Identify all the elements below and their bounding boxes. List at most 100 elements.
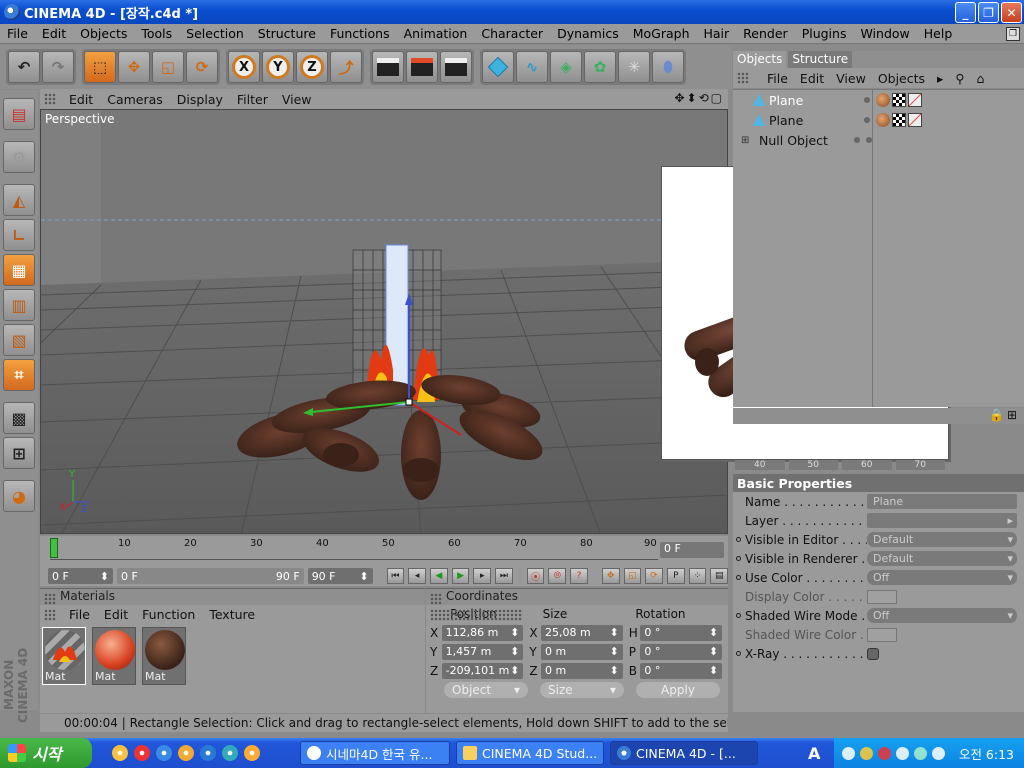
play-backward-icon[interactable]: ◀	[429, 568, 448, 584]
menu-mograph[interactable]: MoGraph	[626, 26, 697, 41]
network-icon[interactable]	[896, 746, 909, 760]
object-manager-grip-icon[interactable]	[737, 72, 749, 84]
z-axis-lock-icon[interactable]: Z	[296, 51, 328, 83]
menu-help[interactable]: Help	[917, 26, 960, 41]
restore-button[interactable]: ❐	[978, 2, 999, 23]
menu-functions[interactable]: Functions	[323, 26, 397, 41]
world-coordinates-icon[interactable]: ⤴	[330, 51, 362, 83]
cube-primitive-icon[interactable]	[482, 51, 514, 83]
point-level-animation-icon[interactable]: ⁘	[688, 568, 707, 584]
attributes-tab-2[interactable]: 50	[788, 460, 838, 470]
materials-grip-icon[interactable]	[44, 593, 56, 605]
visible-editor-dropdown[interactable]: Default ▾	[867, 532, 1017, 547]
play-forward-icon[interactable]: ▶	[451, 568, 470, 584]
media-player-icon[interactable]	[244, 745, 260, 761]
previous-key-icon[interactable]: ◂	[408, 568, 426, 584]
coordinate-system-dropdown[interactable]: Object ▾	[444, 682, 528, 698]
rotate-tool-icon[interactable]: ⟳	[186, 51, 218, 83]
material-tag-icon[interactable]	[908, 93, 922, 107]
animation-sphere-icon[interactable]: ◕	[3, 480, 35, 512]
quick-launch-icon-1[interactable]	[112, 745, 128, 761]
shaded-wire-color-swatch[interactable]	[867, 627, 897, 642]
internet-explorer-icon[interactable]	[200, 745, 216, 761]
viewport-navigation-icons[interactable]: ✥⬍⟲▢	[674, 91, 724, 105]
task-cinema4d[interactable]: CINEMA 4D - [...	[610, 741, 758, 765]
task-explorer[interactable]: CINEMA 4D Stud...	[456, 741, 604, 765]
size-x-field[interactable]: 25,08 m ⬍	[540, 624, 623, 641]
attributes-tab-4[interactable]: 70	[895, 460, 945, 470]
materials-menu-edit[interactable]: Edit	[97, 607, 135, 622]
texture-axis-tool-icon[interactable]: ⊞	[3, 437, 35, 469]
timeline-ruler[interactable]: 0 10 20 30 40 50 60 70 80 90	[50, 538, 658, 560]
materials-menu-grip-icon[interactable]	[44, 609, 56, 621]
antivirus-icon[interactable]	[878, 746, 891, 760]
use-color-dropdown[interactable]: Off ▾	[867, 570, 1017, 585]
phong-tag-icon[interactable]	[876, 93, 890, 107]
object-name[interactable]: Plane	[769, 113, 864, 128]
animate-bullet-icon[interactable]	[736, 651, 741, 656]
menu-edit[interactable]: Edit	[35, 26, 73, 41]
scale-tool-icon[interactable]: ◱	[152, 51, 184, 83]
current-frame-field[interactable]: 0 F	[660, 542, 724, 558]
menu-tools[interactable]: Tools	[134, 26, 179, 41]
menu-character[interactable]: Character	[474, 26, 550, 41]
render-settings-icon[interactable]	[440, 51, 472, 83]
volume-icon[interactable]	[932, 746, 945, 760]
perspective-viewport[interactable]: Y Z X Perspective	[40, 109, 728, 534]
autokey-icon[interactable]: ⦾	[548, 568, 567, 584]
menu-window[interactable]: Window	[853, 26, 916, 41]
shaded-wire-mode-dropdown[interactable]: Off ▾	[867, 608, 1017, 623]
layer-field[interactable]: ▸	[867, 513, 1017, 528]
object-name[interactable]: Null Object	[759, 133, 864, 148]
name-field[interactable]: Plane	[867, 494, 1017, 509]
mdi-restore-icon[interactable]: ❐	[1006, 27, 1020, 41]
position-z-field[interactable]: -209,101 m ⬍	[441, 662, 524, 679]
render-view-icon[interactable]	[372, 51, 404, 83]
animate-bullet-icon[interactable]	[736, 537, 741, 542]
materials-menu-texture[interactable]: Texture	[202, 607, 262, 622]
tray-utility-icon[interactable]	[914, 746, 927, 760]
x-axis-lock-icon[interactable]: X	[228, 51, 260, 83]
menu-objects[interactable]: Objects	[73, 26, 134, 41]
materials-menu-function[interactable]: Function	[135, 607, 202, 622]
parameter-key-icon[interactable]: P	[666, 568, 685, 584]
material-wood[interactable]: Mat	[142, 627, 186, 685]
animate-bullet-icon[interactable]	[736, 613, 741, 618]
material-tag-icon[interactable]	[908, 113, 922, 127]
xray-checkbox[interactable]	[867, 647, 879, 660]
more-arrow-icon[interactable]: ▸	[931, 71, 949, 86]
texture-tag-icon[interactable]	[892, 93, 906, 107]
object-column-divider[interactable]	[872, 89, 873, 407]
nurbs-icon[interactable]: ◈	[550, 51, 582, 83]
expand-plus-icon[interactable]: ⊞	[741, 135, 755, 146]
scene-icon[interactable]: ⬮	[652, 51, 684, 83]
make-editable-icon[interactable]: ⚙	[3, 141, 35, 173]
use-points-tool-icon[interactable]: ▦	[3, 254, 35, 286]
quick-launch-icon-6[interactable]	[222, 745, 238, 761]
attributes-tab-1[interactable]: 40	[735, 460, 785, 470]
spline-icon[interactable]: ∿	[516, 51, 548, 83]
use-polygons-tool-icon[interactable]: ▧	[3, 324, 35, 356]
apply-button[interactable]: Apply	[636, 682, 720, 698]
start-frame-field[interactable]: 0 F ⬍	[48, 568, 113, 584]
record-icon[interactable]: ⦿	[526, 568, 545, 584]
menu-file[interactable]: File	[0, 26, 35, 41]
viewport-menu-view[interactable]: View	[275, 92, 319, 107]
cinema4d-app-icon[interactable]	[4, 4, 20, 20]
viewport-grip-icon[interactable]	[44, 93, 56, 105]
object-row-plane-1[interactable]: Plane	[733, 90, 1024, 110]
rotation-key-icon[interactable]: ⟳	[645, 568, 663, 584]
menu-selection[interactable]: Selection	[179, 26, 251, 41]
task-browser[interactable]: 시네마4D 한국 유...	[300, 741, 450, 765]
selection-tool-icon[interactable]: ⬚	[84, 51, 116, 83]
home-icon[interactable]: ⌂	[970, 71, 990, 86]
attributes-tab-3[interactable]: 60	[842, 460, 892, 470]
objects-menu-file[interactable]: File	[761, 71, 794, 86]
size-mode-dropdown[interactable]: Size ▾	[540, 682, 624, 698]
size-z-field[interactable]: 0 m ⬍	[540, 662, 623, 679]
go-to-start-icon[interactable]: ⏮	[386, 568, 405, 584]
viewport-menu-display[interactable]: Display	[170, 92, 230, 107]
use-edges-tool-icon[interactable]: ▥	[3, 289, 35, 321]
objects-menu-objects[interactable]: Objects	[872, 71, 931, 86]
menu-plugins[interactable]: Plugins	[795, 26, 854, 41]
